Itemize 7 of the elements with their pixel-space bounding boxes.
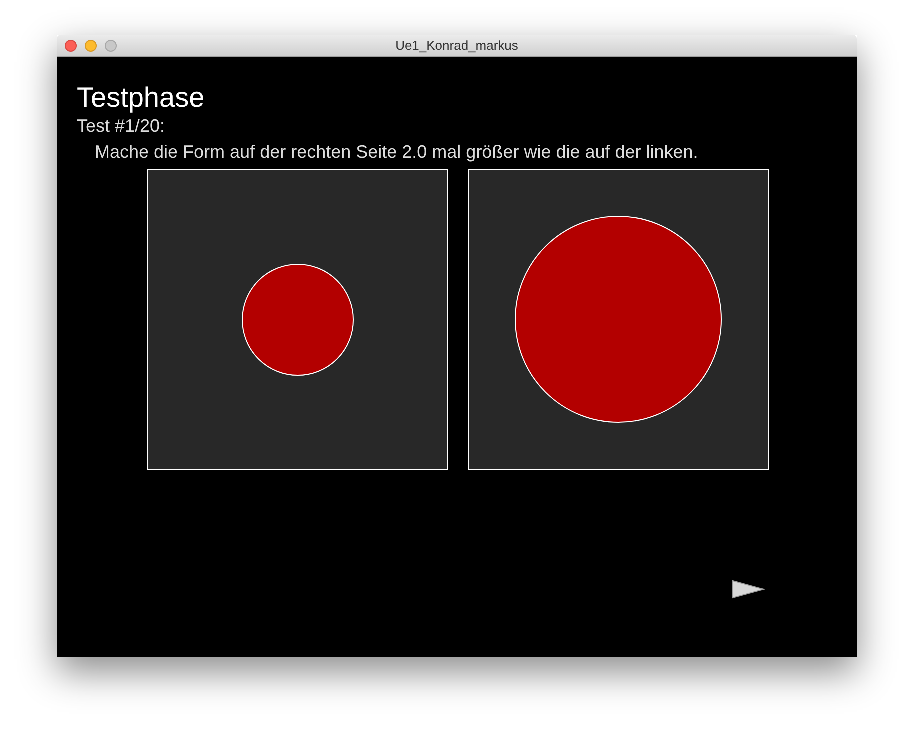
minimize-window-button[interactable]	[85, 40, 97, 52]
close-window-button[interactable]	[65, 40, 77, 52]
test-counter: Test #1/20:	[77, 115, 166, 137]
next-arrow-button[interactable]	[732, 580, 765, 599]
instruction-text: Mache die Form auf der rechten Seite 2.0 mal größer wie die auf der linken.	[95, 141, 698, 163]
page-heading: Testphase	[77, 81, 205, 115]
window-title: Ue1_Konrad_markus	[394, 36, 520, 55]
